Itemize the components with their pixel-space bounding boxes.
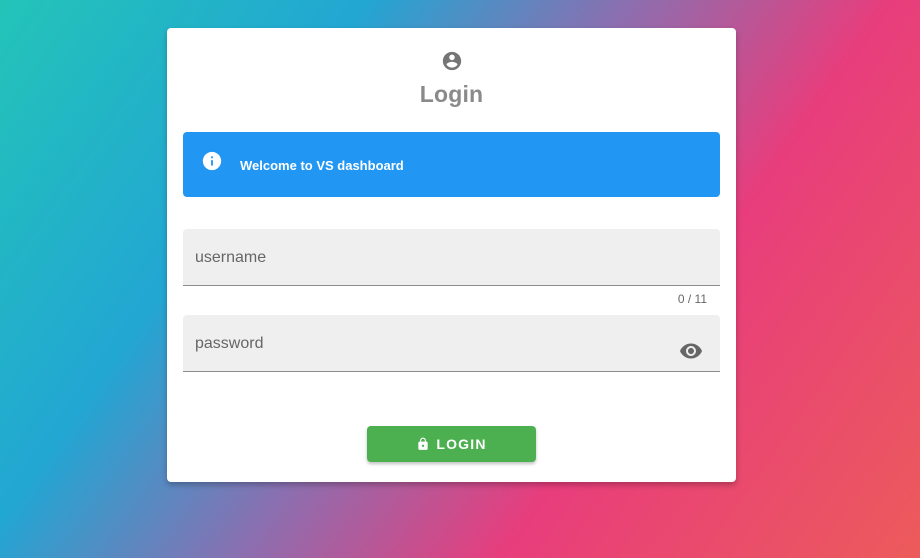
eye-icon[interactable] (679, 339, 703, 363)
username-input[interactable] (195, 245, 665, 271)
password-field[interactable] (183, 315, 720, 372)
info-icon (202, 151, 222, 171)
username-field[interactable] (183, 229, 720, 286)
account-circle-icon (442, 51, 461, 71)
password-input[interactable] (195, 331, 665, 357)
welcome-alert: Welcome to VS dashboard (183, 132, 720, 197)
login-header: Login (167, 50, 736, 108)
login-card: Login Welcome to VS dashboard 0 / 11 LOG… (167, 28, 736, 482)
alert-message: Welcome to VS dashboard (240, 158, 404, 173)
login-button-label: LOGIN (436, 436, 487, 452)
login-button[interactable]: LOGIN (367, 426, 536, 462)
lock-icon (418, 437, 428, 450)
page-title: Login (419, 81, 484, 107)
username-char-counter: 0 / 11 (677, 292, 707, 306)
